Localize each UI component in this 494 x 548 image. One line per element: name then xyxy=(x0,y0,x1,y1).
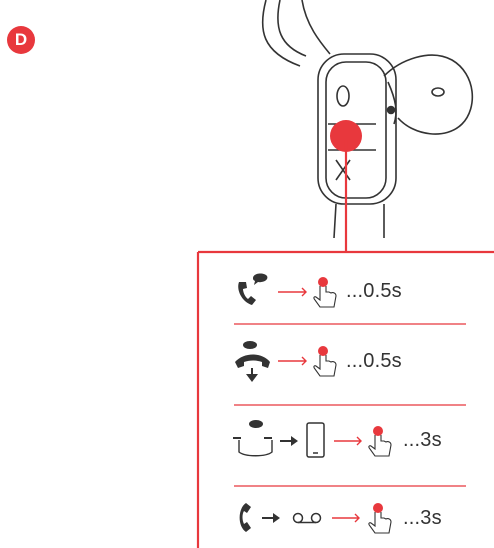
arrow-right-icon xyxy=(334,436,362,446)
phone-hangup-icon xyxy=(235,341,270,382)
phone-incoming-icon xyxy=(238,273,268,305)
row-voicemail xyxy=(239,503,392,534)
earphone-diagram xyxy=(196,0,494,548)
phone-icon xyxy=(239,503,251,532)
headset-call-icon xyxy=(233,420,273,457)
duration-label-answer-call: ...0.5s xyxy=(346,280,402,302)
duration-label-voicemail: ...3s xyxy=(403,507,442,529)
row-switch-to-phone xyxy=(233,420,392,458)
press-button-icon xyxy=(368,426,392,457)
row-answer-call xyxy=(238,273,337,308)
press-button-icon xyxy=(368,503,392,534)
arrow-right-icon xyxy=(278,356,307,366)
press-button-icon xyxy=(313,346,337,377)
earbud xyxy=(383,54,474,135)
duration-label-switch-to-phone: ...3s xyxy=(403,429,442,451)
arrow-right-icon xyxy=(332,513,360,523)
smartphone-icon xyxy=(306,422,325,458)
arrow-solid-icon xyxy=(280,436,298,446)
arrow-right-icon xyxy=(278,287,307,297)
voicemail-icon xyxy=(292,512,322,524)
press-button-icon xyxy=(313,277,337,308)
duration-label-end-call: ...0.5s xyxy=(346,350,402,372)
row-end-call xyxy=(235,341,337,382)
arrow-solid-icon xyxy=(262,513,280,523)
callout-line xyxy=(196,140,494,548)
earphone-cable xyxy=(261,0,331,67)
